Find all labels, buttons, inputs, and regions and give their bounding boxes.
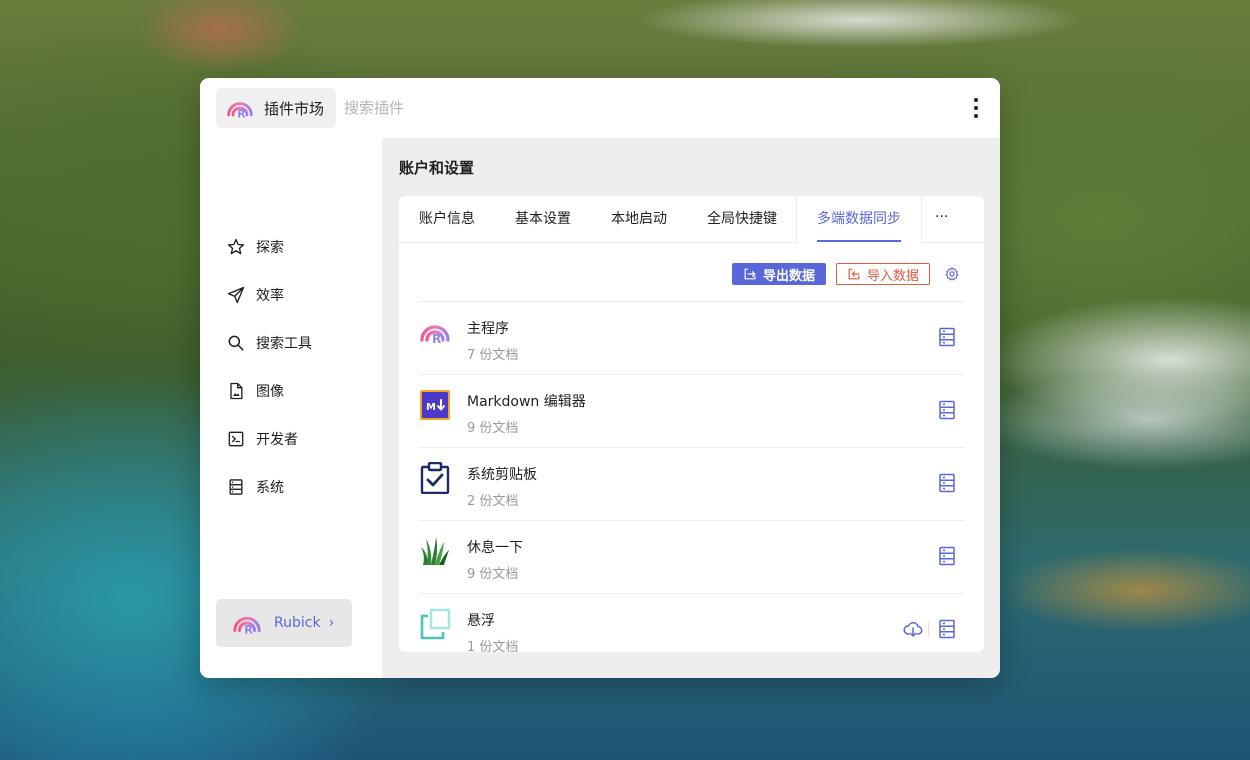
export-data-label: 导出数据 <box>762 268 815 284</box>
cloud-download-icon[interactable] <box>903 619 923 639</box>
sidebar-item-developer[interactable]: 开发者 <box>226 427 298 451</box>
list-item: R 主程序 7 份文档 <box>419 301 964 374</box>
sidebar-item-label: 图像 <box>256 384 284 400</box>
plugin-name: 休息一下 <box>467 540 523 556</box>
document-count: 9 份文档 <box>467 421 519 436</box>
chevron-right-icon: › <box>328 615 335 631</box>
sidebar-item-efficiency[interactable]: 效率 <box>226 283 284 307</box>
title-bar: R 插件市场 <box>200 78 1000 138</box>
tab-local-launch[interactable]: 本地启动 <box>591 196 687 242</box>
database-icon[interactable] <box>938 619 956 639</box>
svg-text:R: R <box>432 332 441 346</box>
rubick-logo-icon: R <box>233 616 261 636</box>
tab-multi-device-sync[interactable]: 多端数据同步 <box>796 196 922 243</box>
sidebar-item-system[interactable]: 系统 <box>226 475 284 499</box>
plugin-name: 系统剪贴板 <box>467 467 537 483</box>
database-icon <box>229 479 243 495</box>
settings-card: 账户信息 基本设置 本地启动 全局快捷键 多端数据同步 ··· 导出数据 导入数… <box>399 196 984 652</box>
import-data-button[interactable]: 导入数据 <box>836 263 930 285</box>
sidebar-item-label: 探索 <box>256 240 284 256</box>
svg-text:M: M <box>426 402 436 413</box>
list-item: 系统剪贴板 2 份文档 <box>419 447 964 520</box>
plugin-name: 主程序 <box>467 321 509 337</box>
gear-icon[interactable] <box>944 266 960 282</box>
plugin-name: Markdown 编辑器 <box>467 394 586 410</box>
sidebar: 探索 效率 搜索工具 图像 开发者 系统 R Rubick › <box>200 138 382 678</box>
clipboard-check-icon <box>420 462 450 494</box>
document-count: 1 份文档 <box>467 640 519 652</box>
sidebar-item-label: 搜索工具 <box>256 336 312 352</box>
svg-text:R: R <box>237 109 245 121</box>
rubick-logo-icon: R <box>420 325 450 346</box>
import-data-label: 导入数据 <box>866 268 919 284</box>
export-icon <box>744 268 756 280</box>
plugin-data-list: R 主程序 7 份文档 M Markdown 编辑器 9 份文档 系统剪贴板 2… <box>419 301 964 652</box>
more-tabs-icon[interactable]: ··· <box>935 196 948 242</box>
main-panel: 账户和设置 账户信息 基本设置 本地启动 全局快捷键 多端数据同步 ··· 导出… <box>382 138 1000 678</box>
import-icon <box>848 268 860 280</box>
rubick-logo-icon: R <box>227 102 253 121</box>
search-input[interactable] <box>344 96 644 120</box>
tab-bar: 账户信息 基本设置 本地启动 全局快捷键 多端数据同步 ··· <box>399 196 984 243</box>
list-item: 休息一下 9 份文档 <box>419 520 964 593</box>
svg-text:R: R <box>244 623 253 636</box>
app-title-chip[interactable]: R 插件市场 <box>216 88 336 128</box>
database-icon[interactable] <box>938 327 956 347</box>
star-icon <box>227 238 245 255</box>
more-options-icon[interactable] <box>964 96 988 120</box>
sidebar-item-explore[interactable]: 探索 <box>226 235 284 259</box>
tab-account-info[interactable]: 账户信息 <box>399 196 495 242</box>
float-window-icon <box>420 608 451 640</box>
image-file-icon <box>230 382 243 400</box>
document-count: 9 份文档 <box>467 567 519 582</box>
list-item: M Markdown 编辑器 9 份文档 <box>419 374 964 447</box>
tab-global-shortcuts[interactable]: 全局快捷键 <box>687 196 797 242</box>
database-icon[interactable] <box>938 546 956 566</box>
plugin-market-window: R 插件市场 探索 效率 搜索工具 图像 开发者 <box>200 78 1000 678</box>
sidebar-item-image[interactable]: 图像 <box>226 379 284 403</box>
divider <box>928 621 929 637</box>
database-icon[interactable] <box>938 473 956 493</box>
sidebar-item-label: 系统 <box>256 480 284 496</box>
page-title: 账户和设置 <box>399 159 475 177</box>
send-icon <box>227 286 245 304</box>
sidebar-item-label: 效率 <box>256 288 284 304</box>
terminal-icon <box>228 431 244 447</box>
tab-basic-settings[interactable]: 基本设置 <box>495 196 591 242</box>
sidebar-item-search-tools[interactable]: 搜索工具 <box>226 331 312 355</box>
search-icon <box>228 335 244 351</box>
user-account-chip[interactable]: R Rubick › <box>216 599 352 647</box>
export-data-button[interactable]: 导出数据 <box>732 263 826 285</box>
database-icon[interactable] <box>938 400 956 420</box>
document-count: 7 份文档 <box>467 348 519 363</box>
list-item: 悬浮 1 份文档 <box>419 593 964 652</box>
plugin-name: 悬浮 <box>467 613 495 629</box>
grass-icon <box>421 537 449 565</box>
app-title: 插件市场 <box>264 99 325 118</box>
user-name: Rubick <box>274 615 321 631</box>
markdown-icon: M <box>420 390 450 420</box>
sidebar-item-label: 开发者 <box>256 432 298 448</box>
document-count: 2 份文档 <box>467 494 519 509</box>
